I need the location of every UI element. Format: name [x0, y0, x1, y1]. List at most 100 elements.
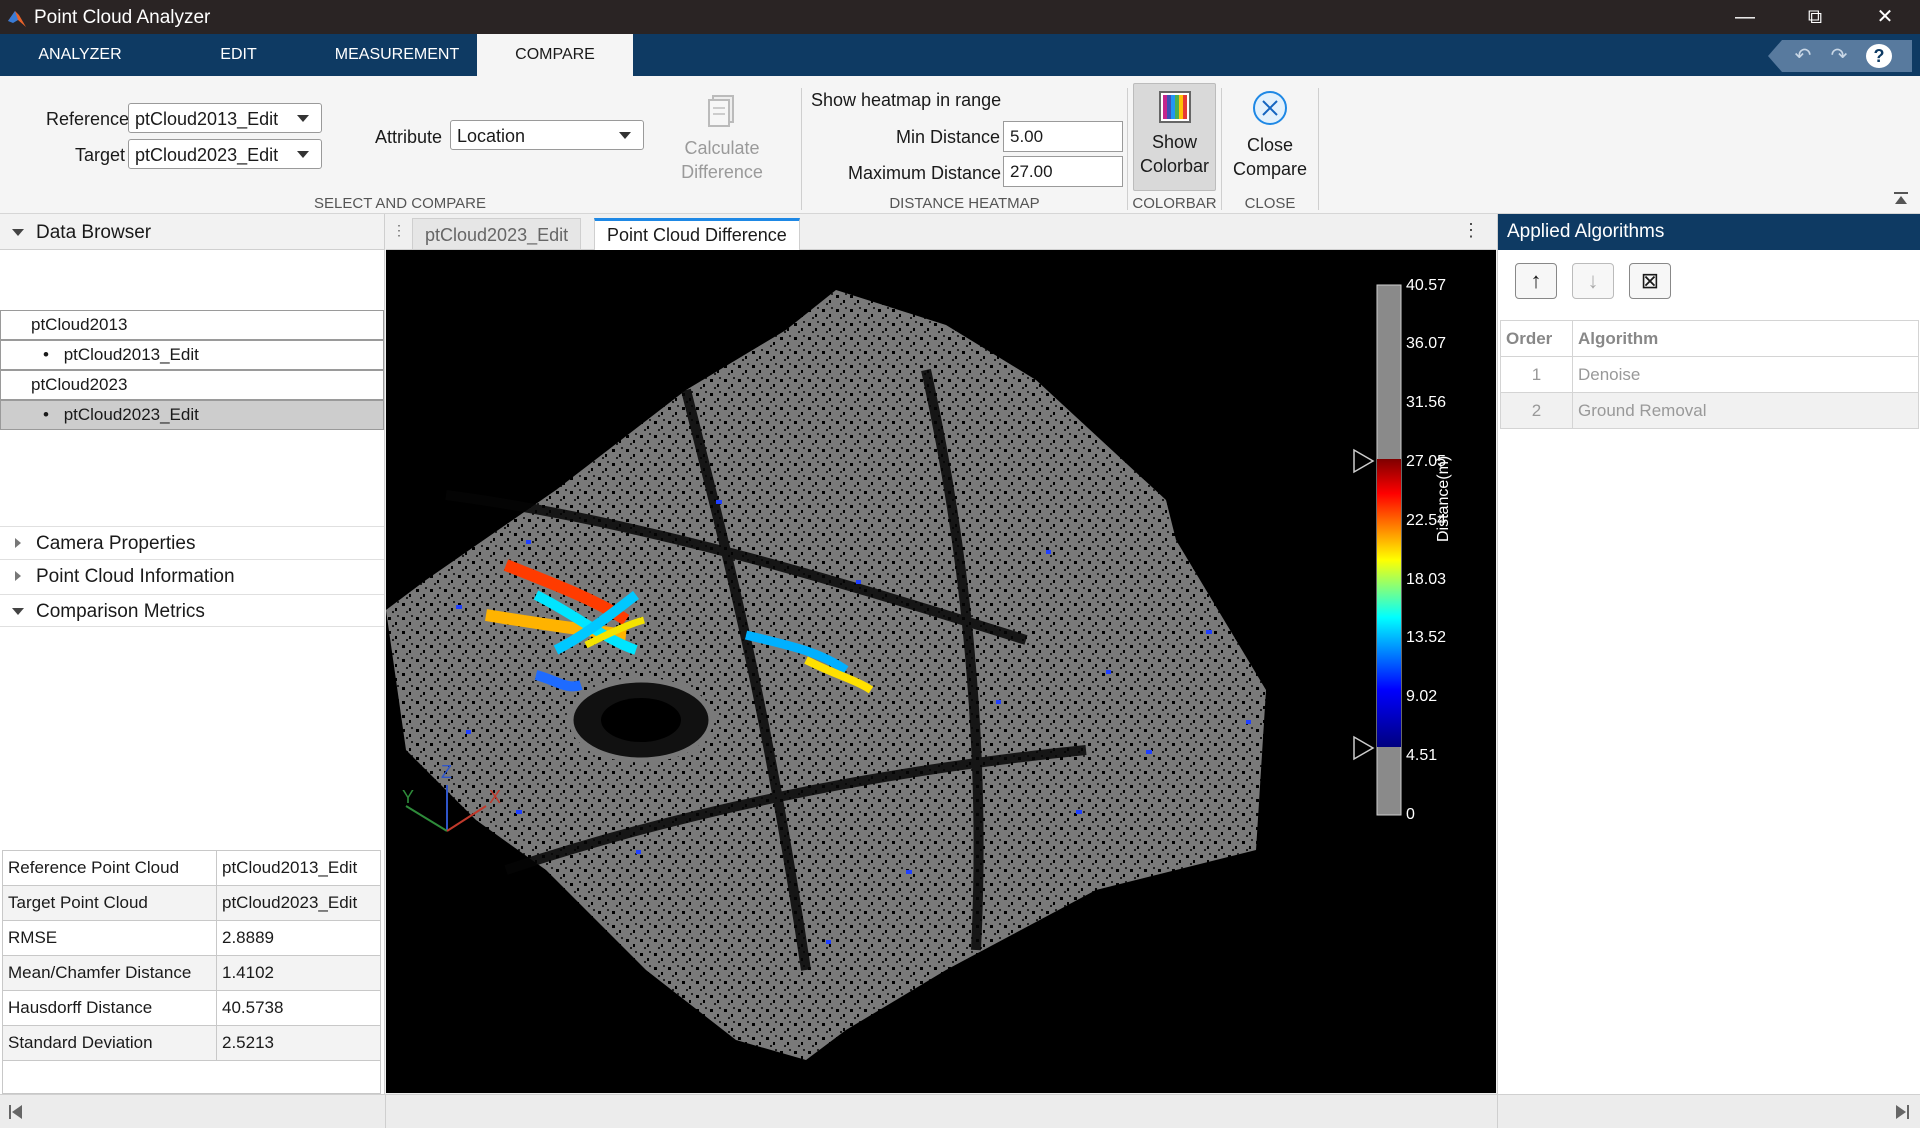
table-row: Standard Deviation 2.5213	[2, 1025, 381, 1061]
colorbar-min-handle[interactable]	[1353, 735, 1375, 761]
max-distance-label: Maximum Distance	[848, 163, 1002, 183]
metric-value: ptCloud2013_Edit	[216, 850, 381, 886]
calculate-label-1: Calculate	[684, 138, 760, 158]
metric-value: 2.8889	[216, 920, 381, 956]
status-bar	[0, 1094, 1920, 1128]
reference-dropdown[interactable]: ptCloud2013_Edit	[128, 103, 322, 133]
attribute-dropdown[interactable]: Location	[450, 120, 644, 150]
tree-item-ptcloud2013[interactable]: ptCloud2013	[0, 310, 384, 340]
document-icon	[708, 95, 734, 127]
close-compare-button[interactable]: Close Compare	[1225, 89, 1315, 181]
y-axis-label: Y	[402, 787, 414, 807]
minimize-button[interactable]: —	[1710, 0, 1780, 34]
min-distance-label: Min Distance	[896, 127, 1001, 147]
expand-triangle-icon	[15, 538, 21, 548]
point-cloud-information-header[interactable]: Point Cloud Information	[0, 559, 384, 592]
chevron-down-icon	[619, 132, 631, 139]
tab-measurement[interactable]: MEASUREMENT	[317, 34, 477, 76]
scroll-end-icon[interactable]	[1894, 1104, 1910, 1120]
metric-name: Hausdorff Distance	[2, 990, 217, 1026]
delete-algorithm-button[interactable]: ⊠	[1629, 263, 1671, 299]
reference-value: ptCloud2013_Edit	[135, 109, 279, 129]
tab-ptcloud2023-edit[interactable]: ptCloud2023_Edit	[412, 218, 582, 250]
tree-item-label: ptCloud2023_Edit	[63, 405, 199, 424]
close-circle-icon	[1253, 91, 1287, 125]
show-colorbar-label-1: Show	[1151, 132, 1198, 152]
comparison-metrics-header[interactable]: Comparison Metrics	[0, 594, 384, 627]
data-browser-title: Data Browser	[36, 222, 152, 243]
camera-properties-title: Camera Properties	[36, 533, 196, 554]
target-dropdown[interactable]: ptCloud2023_Edit	[128, 139, 322, 169]
colorbar-tick-label: 31.56	[1406, 394, 1446, 411]
calculate-difference-button[interactable]: Calculate Difference	[672, 90, 772, 184]
algorithm-cell: Ground Removal	[1572, 392, 1919, 429]
colorbar-tick-label: 13.52	[1406, 629, 1446, 646]
max-distance-value: 27.00	[1010, 162, 1053, 181]
section-divider	[1221, 88, 1222, 210]
tab-point-cloud-difference[interactable]: Point Cloud Difference	[594, 218, 800, 250]
min-distance-input[interactable]: 5.00	[1003, 121, 1123, 152]
drag-handle-icon[interactable]: ⋮	[392, 222, 406, 239]
section-label-select-compare: SELECT AND COMPARE	[314, 195, 486, 212]
metric-name: Target Point Cloud	[2, 885, 217, 921]
tree-item-ptcloud2023[interactable]: ptCloud2023	[0, 370, 384, 400]
move-down-button[interactable]: ↓	[1572, 263, 1614, 299]
arrow-up-icon: ↑	[1530, 268, 1542, 293]
colorbar-tick-label: 18.03	[1406, 571, 1446, 588]
collapse-ribbon-icon[interactable]	[1893, 191, 1909, 207]
colorbar-tick-label: 9.02	[1406, 688, 1437, 705]
tree-item-ptcloud2013-edit[interactable]: • ptCloud2013_Edit	[0, 340, 384, 370]
metric-name: Reference Point Cloud	[2, 850, 217, 886]
attribute-value: Location	[457, 126, 526, 146]
collapse-triangle-icon	[12, 608, 24, 615]
tree-item-label: ptCloud2013_Edit	[63, 345, 199, 364]
metric-name: RMSE	[2, 920, 217, 956]
tab-edit[interactable]: EDIT	[160, 34, 317, 76]
metric-value: 40.5738	[216, 990, 381, 1026]
data-browser-header[interactable]: Data Browser	[0, 214, 384, 250]
table-row: Reference Point Cloud ptCloud2013_Edit	[2, 850, 381, 886]
tree-item-ptcloud2023-edit[interactable]: • ptCloud2023_Edit	[0, 400, 384, 430]
table-row[interactable]: 2 Ground Removal	[1500, 392, 1919, 429]
more-options-icon[interactable]: ⋮	[1462, 220, 1480, 241]
point-cloud-viewport[interactable]: Z Y X 40.57 36.07 31.56 27.05 22.54 18.0…	[386, 250, 1496, 1093]
heatmap-range-title: Show heatmap in range	[811, 90, 1002, 110]
tab-analyzer[interactable]: ANALYZER	[0, 34, 160, 76]
colorbar-tick-label: 40.57	[1406, 277, 1446, 294]
help-icon[interactable]: ?	[1866, 44, 1892, 68]
table-header-row: Order Algorithm	[1500, 320, 1919, 357]
camera-properties-header[interactable]: Camera Properties	[0, 526, 384, 559]
colorbar-tick-label: 36.07	[1406, 335, 1446, 352]
restore-button[interactable]: ⧉	[1780, 0, 1850, 34]
section-divider	[1318, 88, 1319, 210]
expand-triangle-icon	[15, 571, 21, 581]
point-cloud-information-title: Point Cloud Information	[36, 566, 235, 587]
column-header-order: Order	[1500, 320, 1573, 357]
matlab-logo-icon	[8, 11, 26, 27]
close-button[interactable]: ✕	[1850, 0, 1920, 34]
section-label-colorbar: COLORBAR	[1132, 195, 1217, 212]
tree-item-label: ptCloud2013	[31, 315, 128, 334]
max-distance-input[interactable]: 27.00	[1003, 156, 1123, 187]
z-axis-label: Z	[441, 762, 452, 782]
table-row: RMSE 2.8889	[2, 920, 381, 956]
table-row: Mean/Chamfer Distance 1.4102	[2, 955, 381, 991]
colorbar-max-handle[interactable]	[1353, 448, 1375, 474]
scroll-start-icon[interactable]	[8, 1104, 24, 1120]
table-row[interactable]: 1 Denoise	[1500, 356, 1919, 393]
tab-compare[interactable]: COMPARE	[477, 34, 633, 76]
algorithms-table: Order Algorithm 1 Denoise 2 Ground Remov…	[1500, 320, 1919, 429]
metric-name: Standard Deviation	[2, 1025, 217, 1061]
x-axis-label: X	[489, 787, 501, 807]
undo-icon[interactable]: ↶	[1790, 44, 1816, 68]
colorbar-tick-label: 0	[1406, 806, 1415, 823]
section-divider	[1127, 88, 1128, 210]
redo-icon[interactable]: ↷	[1826, 44, 1852, 68]
close-compare-label-2: Compare	[1232, 159, 1308, 179]
collapse-triangle-icon	[12, 229, 24, 236]
section-label-distance-heatmap: DISTANCE HEATMAP	[889, 195, 1040, 212]
colorbar-icon	[1158, 91, 1191, 123]
move-up-button[interactable]: ↑	[1515, 263, 1557, 299]
show-colorbar-button[interactable]: Show Colorbar	[1133, 83, 1216, 191]
status-divider	[1497, 1095, 1498, 1128]
